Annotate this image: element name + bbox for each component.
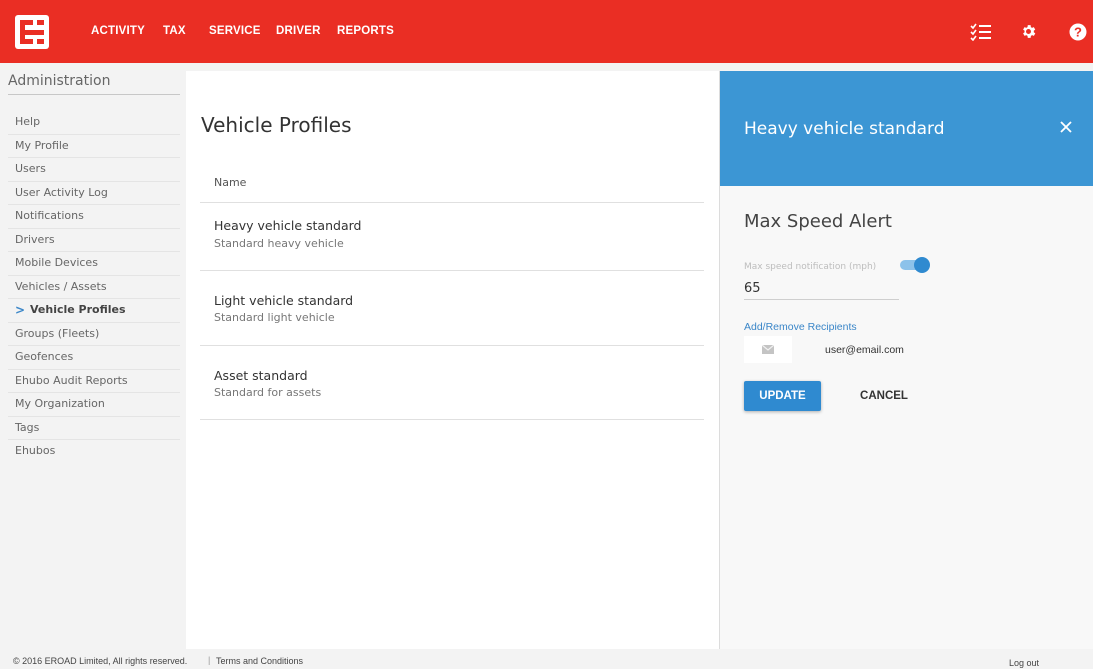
profile-description: Standard for assets — [214, 386, 322, 399]
section-title: Max Speed Alert — [744, 211, 892, 232]
sidebar-item-ehubos[interactable]: Ehubos — [8, 440, 180, 464]
close-icon[interactable] — [1054, 115, 1078, 139]
active-arrow-icon: > — [15, 303, 26, 317]
sidebar-item-groups-fleets[interactable]: Groups (Fleets) — [8, 323, 180, 346]
profile-description: Standard light vehicle — [214, 311, 335, 324]
toggle-knob — [914, 257, 930, 273]
footer-separator: | — [208, 655, 211, 665]
email-icon — [744, 336, 792, 363]
sidebar-divider — [8, 94, 180, 95]
top-navigation-bar: ACTIVITY TAX SERVICE DRIVER REPORTS ? — [0, 0, 1093, 63]
sidebar-item-geofences[interactable]: Geofences — [8, 346, 180, 370]
sidebar-item-help[interactable]: Help — [8, 111, 180, 135]
max-speed-toggle[interactable] — [898, 257, 930, 273]
sidebar-menu: Help My Profile Users User Activity Log … — [8, 111, 180, 464]
sidebar-item-drivers[interactable]: Drivers — [8, 229, 180, 252]
sidebar-item-my-organization[interactable]: My Organization — [8, 393, 180, 417]
sidebar-item-notifications[interactable]: Notifications — [8, 205, 180, 229]
profile-detail-panel: Heavy vehicle standard Max Speed Alert M… — [719, 71, 1093, 649]
list-divider — [200, 419, 704, 420]
profile-description: Standard heavy vehicle — [214, 237, 344, 250]
recipient-email: user@email.com — [825, 344, 904, 356]
column-header-name[interactable]: Name — [214, 176, 246, 189]
sidebar-item-vehicles-assets[interactable]: Vehicles / Assets — [8, 276, 180, 299]
nav-tax[interactable]: TAX — [163, 0, 186, 63]
sidebar-item-users[interactable]: Users — [8, 158, 180, 182]
add-remove-recipients-link[interactable]: Add/Remove Recipients — [744, 321, 857, 333]
sidebar-item-tags[interactable]: Tags — [8, 417, 180, 440]
nav-service[interactable]: SERVICE — [209, 0, 261, 63]
vehicle-profiles-list: Vehicle Profiles Name Heavy vehicle stan… — [186, 71, 719, 649]
profile-row-asset[interactable]: Asset standard Standard for assets — [200, 345, 704, 419]
cancel-button[interactable]: CANCEL — [848, 381, 920, 411]
max-speed-label: Max speed notification (mph) — [744, 262, 877, 272]
panel-header: Heavy vehicle standard — [720, 71, 1093, 186]
sidebar-item-vehicle-profiles[interactable]: > Vehicle Profiles — [8, 299, 180, 323]
sidebar-item-mobile-devices[interactable]: Mobile Devices — [8, 252, 180, 276]
logout-link[interactable]: Log out — [1009, 658, 1039, 668]
panel-title: Heavy vehicle standard — [744, 119, 945, 139]
sidebar-item-my-profile[interactable]: My Profile — [8, 135, 180, 158]
footer: © 2016 EROAD Limited, All rights reserve… — [0, 649, 1093, 669]
profile-name: Heavy vehicle standard — [214, 218, 362, 233]
nav-driver[interactable]: DRIVER — [276, 0, 321, 63]
nav-reports[interactable]: REPORTS — [337, 0, 394, 63]
max-speed-input[interactable] — [744, 278, 899, 300]
profile-row-heavy[interactable]: Heavy vehicle standard Standard heavy ve… — [200, 202, 704, 270]
sidebar-title: Administration — [8, 73, 111, 89]
profile-row-light[interactable]: Light vehicle standard Standard light ve… — [200, 270, 704, 345]
gear-icon[interactable] — [1016, 0, 1040, 63]
sidebar-item-label: Vehicle Profiles — [30, 303, 126, 316]
terms-link[interactable]: Terms and Conditions — [216, 656, 303, 666]
nav-activity[interactable]: ACTIVITY — [91, 0, 145, 63]
admin-sidebar: Administration Help My Profile Users Use… — [0, 71, 181, 649]
svg-text:?: ? — [1074, 24, 1082, 39]
sidebar-item-ehubo-audit-reports[interactable]: Ehubo Audit Reports — [8, 370, 180, 393]
page-title: Vehicle Profiles — [201, 113, 352, 137]
eroad-logo[interactable] — [15, 15, 49, 49]
update-button[interactable]: UPDATE — [744, 381, 821, 411]
sidebar-item-user-activity-log[interactable]: User Activity Log — [8, 182, 180, 205]
checklist-icon[interactable] — [966, 0, 996, 63]
profile-name: Light vehicle standard — [214, 293, 354, 308]
profile-name: Asset standard — [214, 368, 308, 383]
copyright-text: © 2016 EROAD Limited, All rights reserve… — [13, 656, 188, 666]
help-icon[interactable]: ? — [1066, 0, 1090, 63]
